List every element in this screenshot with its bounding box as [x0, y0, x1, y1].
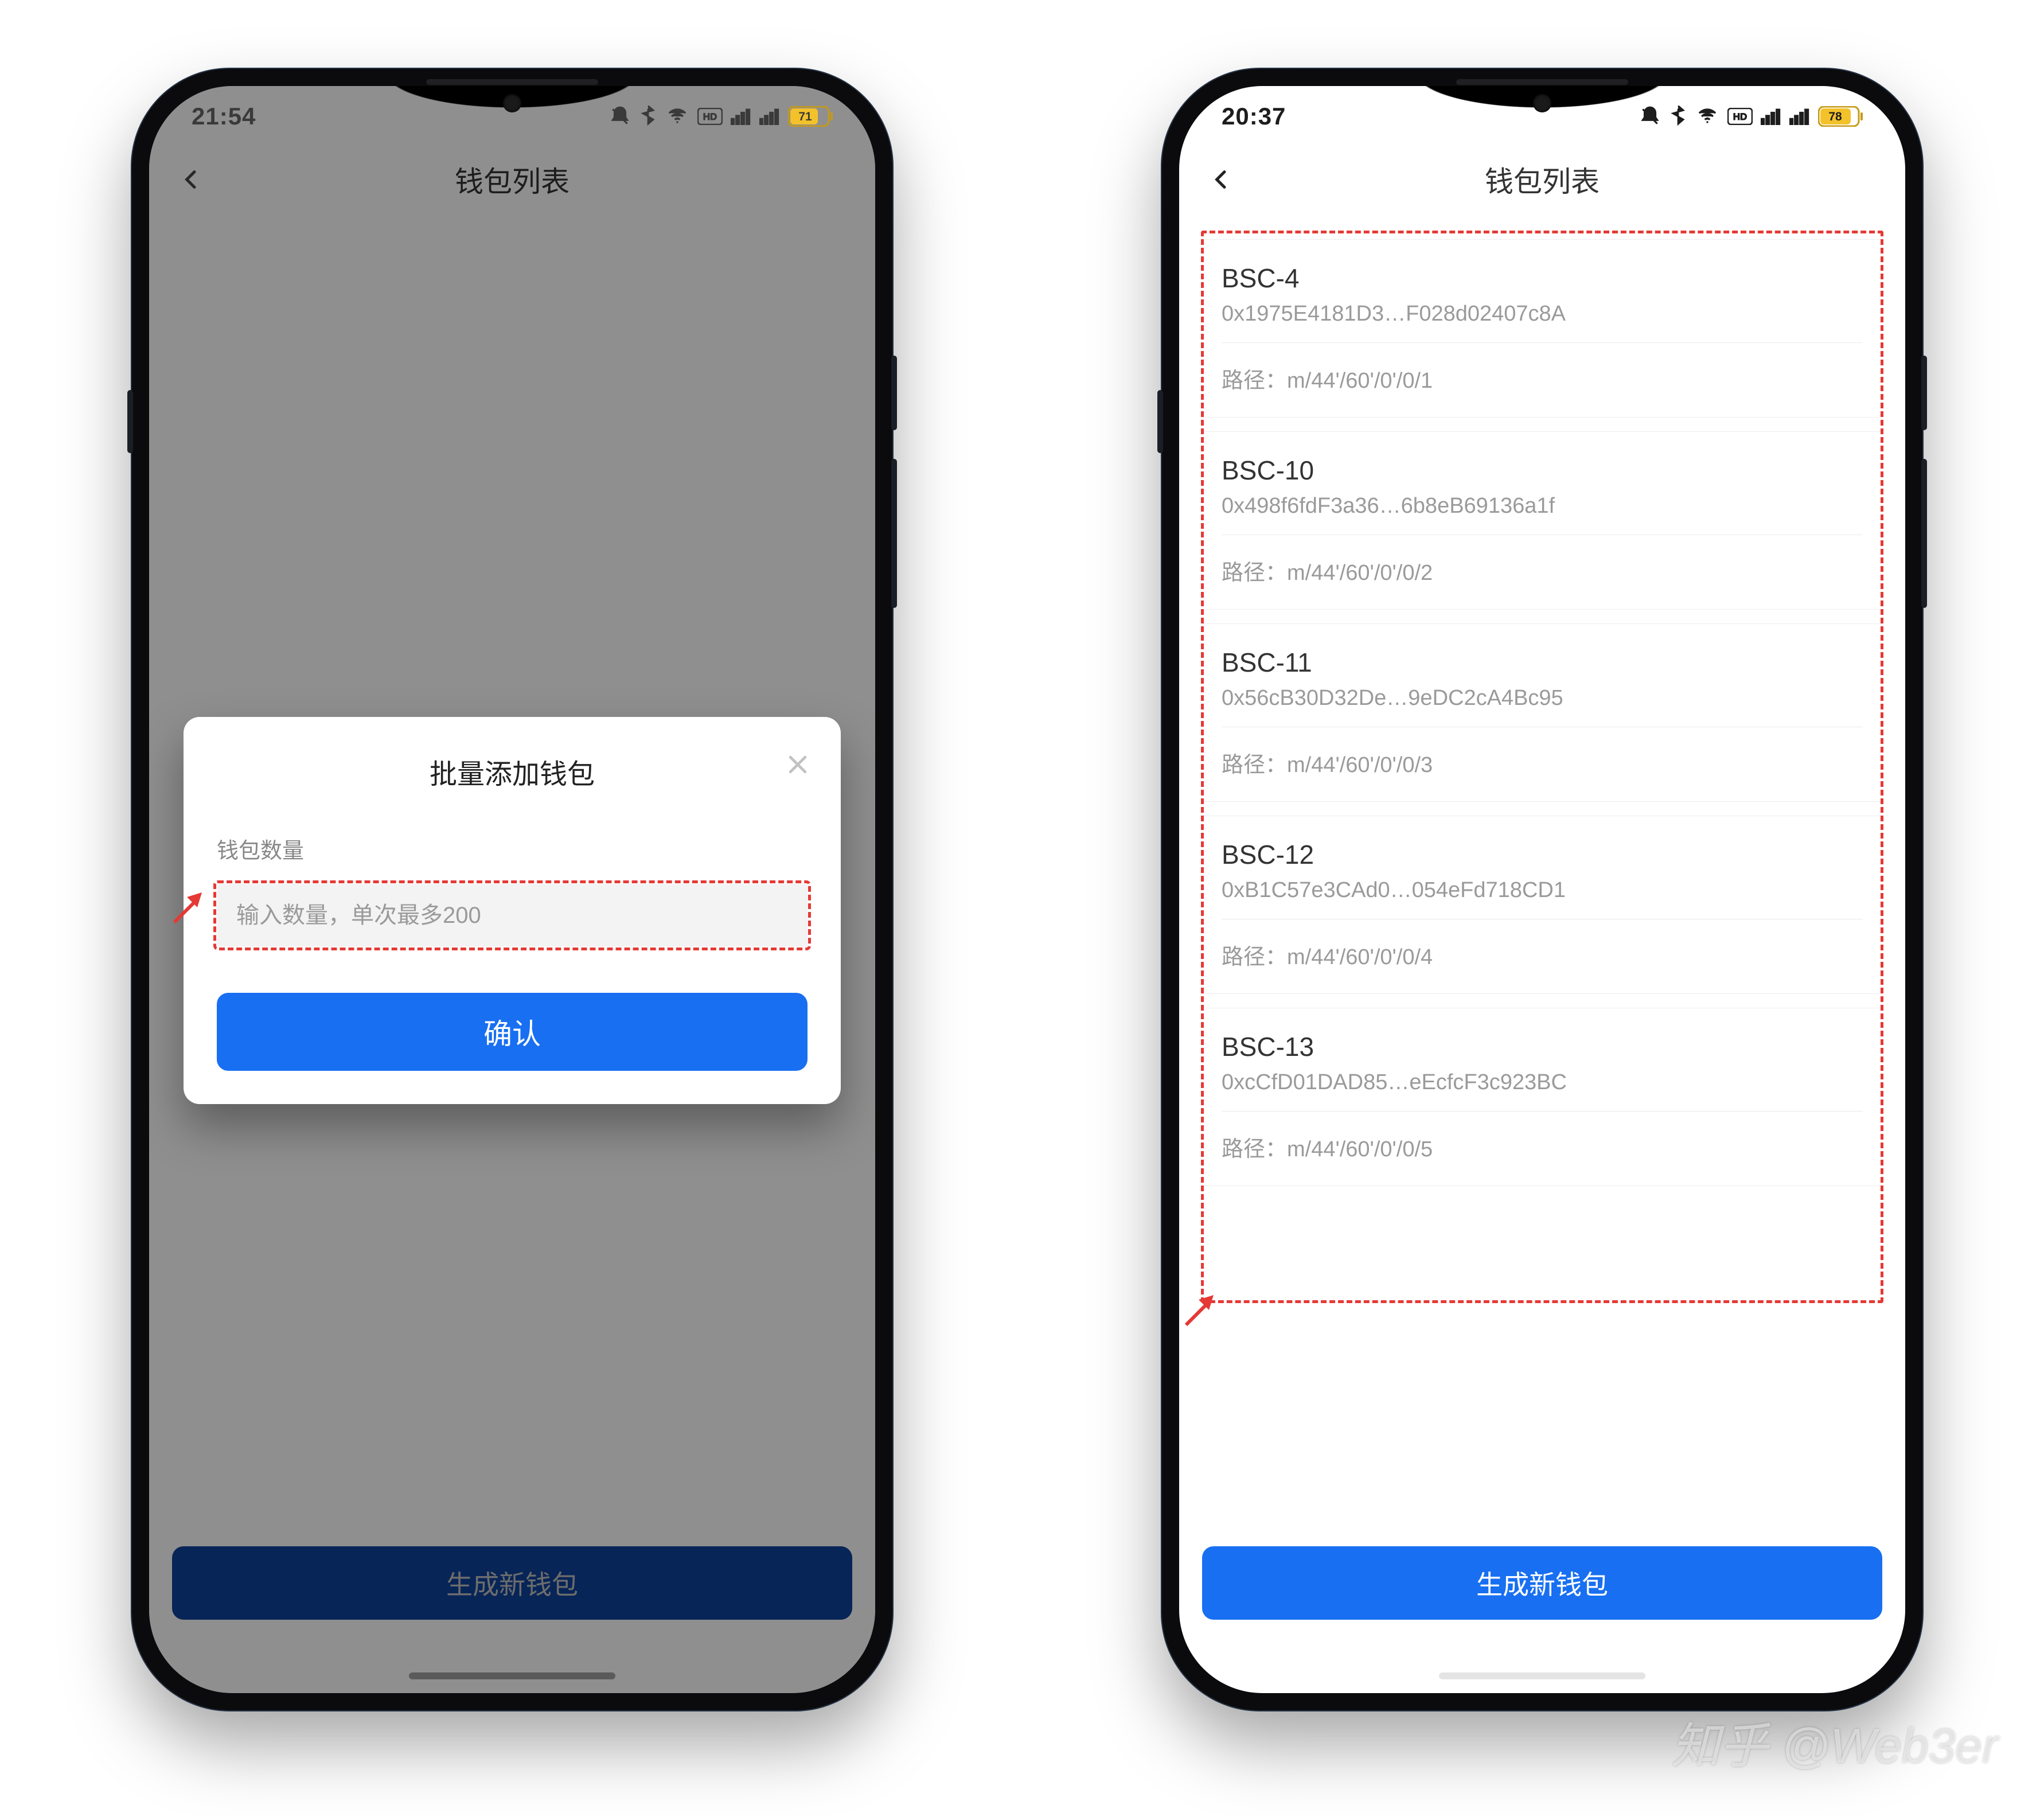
- bulk-add-modal: 批量添加钱包 钱包数量 确认: [184, 717, 841, 1104]
- svg-text:71: 71: [798, 110, 812, 123]
- wallet-item[interactable]: BSC-4 0x1975E4181D3…F028d02407c8A 路径：m/44'…: [1202, 240, 1882, 417]
- page-title: 钱包列表: [1485, 159, 1600, 200]
- wallet-address: 0xB1C57e3CAd0…054eFd718CD1: [1222, 878, 1863, 903]
- wallet-address: 0x1975E4181D3…F028d02407c8A: [1222, 302, 1863, 326]
- screen-left: 21:54 HD 71 钱包列表 生成新钱包: [149, 86, 875, 1693]
- generate-wallet-button[interactable]: 生成新钱包: [1202, 1546, 1882, 1620]
- hd-badge-icon: HD: [1727, 108, 1753, 125]
- confirm-button-label: 确认: [483, 1011, 541, 1052]
- notifications-off-icon: [1639, 106, 1661, 127]
- svg-text:78: 78: [1828, 110, 1842, 123]
- status-time: 21:54: [192, 103, 256, 130]
- watermark: 知乎 @Web3er: [1672, 1707, 1998, 1777]
- svg-text:HD: HD: [1733, 111, 1747, 122]
- hd-badge-icon: HD: [697, 108, 723, 125]
- annotation-arrow-icon: [170, 887, 210, 930]
- signal-icon-2: [759, 108, 780, 125]
- phone-frame-left: 21:54 HD 71 钱包列表 生成新钱包: [132, 69, 892, 1710]
- confirm-button[interactable]: 确认: [217, 993, 808, 1071]
- wallet-name: BSC-10: [1222, 455, 1863, 486]
- wallet-item[interactable]: BSC-11 0x56cB30D32De…9eDC2cA4Bc95 路径：m/44'…: [1202, 624, 1882, 801]
- modal-title: 批量添加钱包: [217, 751, 808, 791]
- wallet-address: 0x498f6fdF3a36…6b8eB69136a1f: [1222, 494, 1863, 518]
- wifi-icon: [665, 107, 689, 126]
- wallet-count-input[interactable]: [217, 884, 808, 947]
- signal-icon-1: [1761, 108, 1781, 125]
- status-icons: HD 71: [609, 106, 833, 127]
- gesture-bar: [409, 1672, 615, 1679]
- status-time: 20:37: [1222, 103, 1286, 130]
- back-button[interactable]: [1204, 162, 1239, 197]
- notifications-off-icon: [609, 106, 631, 127]
- wallet-name: BSC-13: [1222, 1031, 1863, 1062]
- wallet-address: 0x56cB30D32De…9eDC2cA4Bc95: [1222, 686, 1863, 711]
- wallet-path: 路径：m/44'/60'/0'/0/4: [1202, 919, 1882, 993]
- wallet-path: 路径：m/44'/60'/0'/0/5: [1202, 1112, 1882, 1186]
- close-icon[interactable]: [782, 749, 813, 780]
- svg-text:HD: HD: [703, 111, 717, 122]
- wallet-item[interactable]: BSC-12 0xB1C57e3CAd0…054eFd718CD1 路径：m/44'…: [1202, 816, 1882, 993]
- app-header: 钱包列表: [1179, 142, 1905, 217]
- wallet-item[interactable]: BSC-10 0x498f6fdF3a36…6b8eB69136a1f 路径：m/4…: [1202, 432, 1882, 609]
- phone-frame-right: 20:37 HD 78 钱包列表: [1162, 69, 1922, 1710]
- status-icons: HD 78: [1639, 106, 1863, 127]
- gesture-bar: [1439, 1672, 1645, 1679]
- annotation-arrow-icon: [1181, 1289, 1222, 1332]
- modal-field-label: 钱包数量: [217, 833, 808, 864]
- wallet-list[interactable]: BSC-4 0x1975E4181D3…F028d02407c8A 路径：m/44'…: [1202, 235, 1882, 1521]
- wifi-icon: [1695, 107, 1719, 126]
- wallet-address: 0xcCfD01DAD85…eEcfcF3c923BC: [1222, 1070, 1863, 1095]
- wallet-name: BSC-11: [1222, 647, 1863, 678]
- signal-icon-2: [1789, 108, 1810, 125]
- battery-indicator: 71: [788, 106, 833, 127]
- wallet-item[interactable]: BSC-13 0xcCfD01DAD85…eEcfcF3c923BC 路径：m/44…: [1202, 1008, 1882, 1186]
- signal-icon-1: [731, 108, 751, 125]
- wallet-name: BSC-12: [1222, 839, 1863, 870]
- wallet-name: BSC-4: [1222, 263, 1863, 294]
- battery-indicator: 78: [1818, 106, 1863, 127]
- wallet-path: 路径：m/44'/60'/0'/0/1: [1202, 343, 1882, 417]
- status-bar: 20:37 HD 78: [1179, 86, 1905, 142]
- screen-right: 20:37 HD 78 钱包列表: [1179, 86, 1905, 1693]
- generate-wallet-label: 生成新钱包: [1476, 1564, 1608, 1602]
- bluetooth-icon: [639, 106, 657, 127]
- wallet-path: 路径：m/44'/60'/0'/0/3: [1202, 727, 1882, 801]
- status-bar: 21:54 HD 71: [149, 86, 875, 142]
- wallet-path: 路径：m/44'/60'/0'/0/2: [1202, 535, 1882, 609]
- bluetooth-icon: [1669, 106, 1687, 127]
